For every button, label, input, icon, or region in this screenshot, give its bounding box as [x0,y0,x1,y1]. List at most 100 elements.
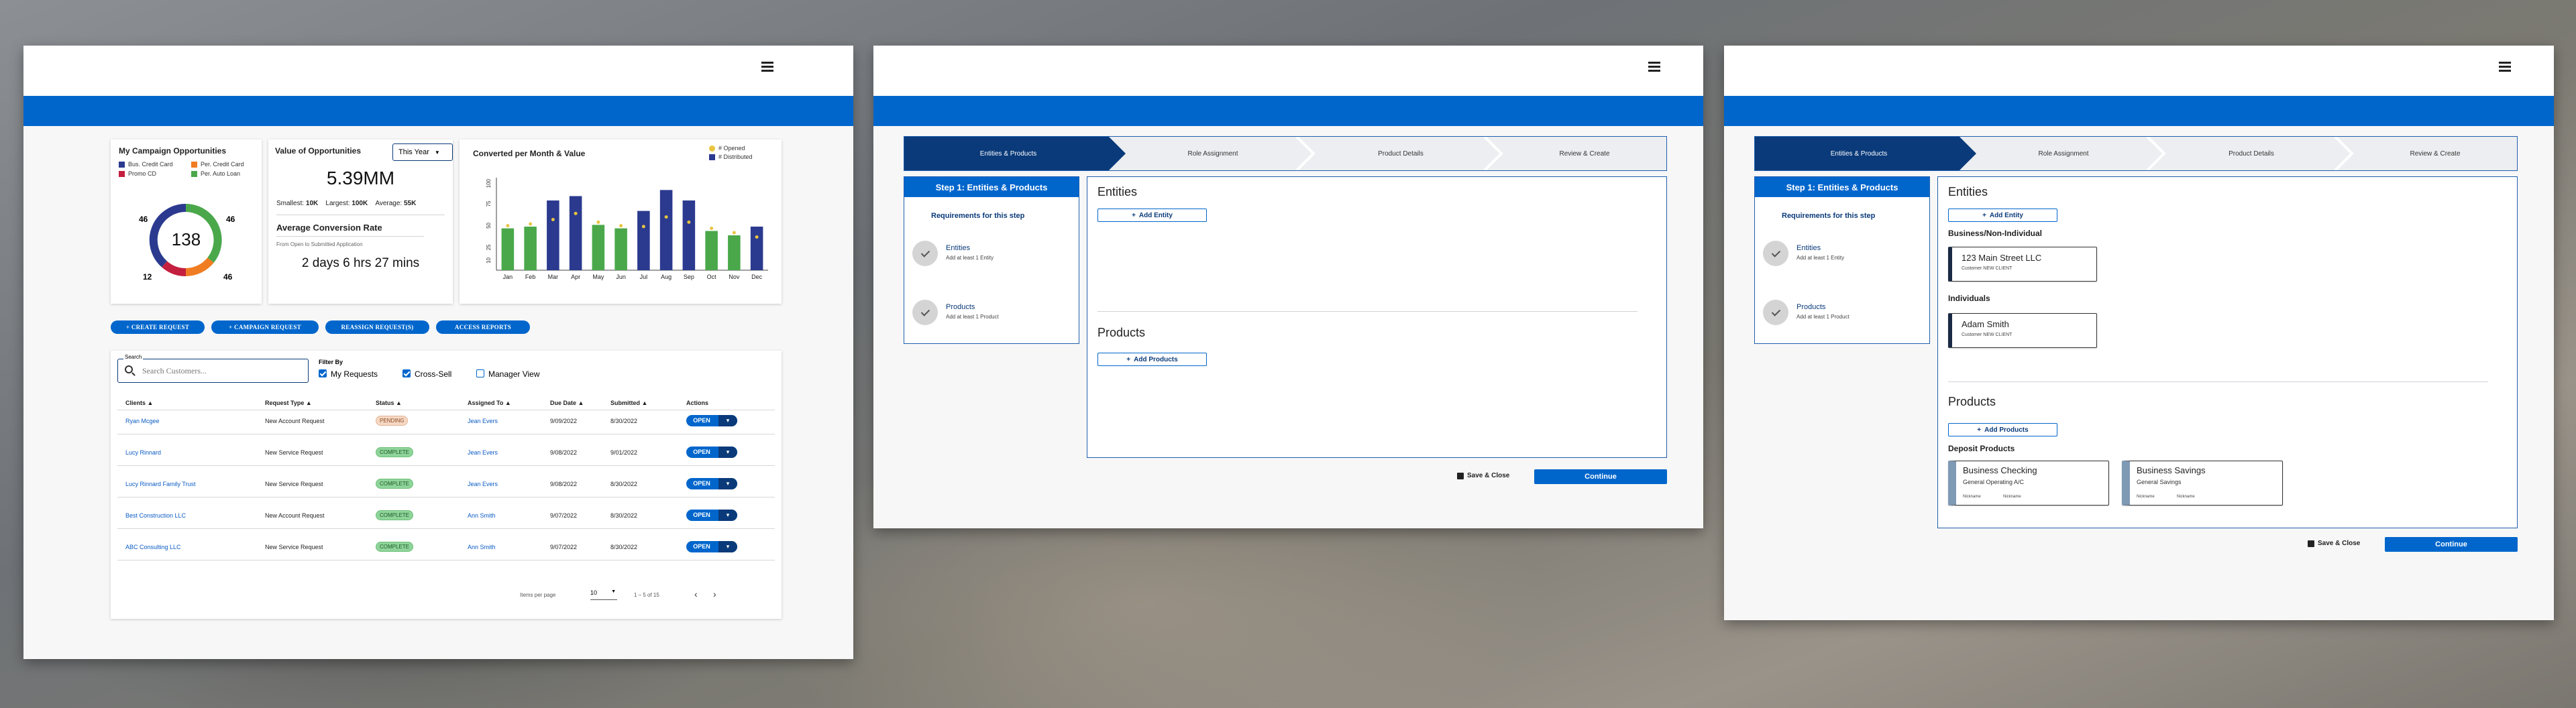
save-close-button[interactable]: Save & Close [2308,540,2360,547]
x-tick-label: Dec [751,274,763,280]
opened-point-may [596,220,600,224]
chevron-down-icon[interactable]: ▾ [718,415,737,426]
individual-entity-card[interactable]: Adam Smith Customer NEW CLIENT [1948,313,2097,348]
col-assigned[interactable]: Assigned To ▲ [468,400,511,406]
col-clients[interactable]: Clients ▲ [125,400,153,406]
search-placeholder: Search Customers... [142,366,207,375]
product-name: Business Checking [1963,465,2037,475]
x-tick-label: Apr [571,274,580,280]
manager-view-checkbox[interactable] [476,369,484,377]
continue-button[interactable]: Continue [1534,469,1667,484]
step-review-create[interactable]: Review & Create [2352,137,2518,170]
filter-label: Filter By [319,359,343,365]
page-range: 1 – 5 of 15 [634,592,659,598]
wizard-filled-screen: Entities & Products Role Assignment Prod… [1724,46,2554,620]
open-button[interactable]: OPEN ▾ [686,415,737,426]
conversion-sub: From Open to Submitted Application [276,241,363,247]
req-products-sub: Add at least 1 Product [1796,314,1849,320]
chevron-down-icon[interactable]: ▾ [718,447,737,458]
chevron-down-icon[interactable]: ▾ [718,478,737,489]
plus-icon: + [1982,211,1986,219]
client-link[interactable]: Ryan Mcgee [125,418,160,424]
assigned-link[interactable]: Jean Evers [468,481,498,487]
open-button[interactable]: OPEN ▾ [686,447,737,458]
open-button[interactable]: OPEN ▾ [686,510,737,521]
wizard-empty-screen: Entities & Products Role Assignment Prod… [873,46,1703,528]
product-card-savings[interactable]: Business Savings General Savings Nicknam… [2122,461,2283,506]
bar-oct [705,231,718,270]
label-top-right: 46 [226,215,235,224]
chevron-down-icon[interactable]: ▾ [718,510,737,521]
x-tick-label: Nov [729,274,740,280]
y-tick-label: 75 [486,200,492,206]
open-button[interactable]: OPEN ▾ [686,541,737,552]
save-close-button[interactable]: Save & Close [1457,472,1509,479]
due-date: 9/08/2022 [550,449,578,456]
chevron-down-icon: ▼ [434,149,440,156]
opened-point-jul [641,225,645,229]
step-review-create[interactable]: Review & Create [1501,137,1668,170]
step-product-details[interactable]: Product Details [1313,137,1488,170]
x-tick-label: Feb [525,274,536,280]
search-field[interactable]: Search Search Customers... [117,354,309,383]
entity-name: 123 Main Street LLC [1962,253,2042,263]
chart-card: Converted per Month & Value # Opened # D… [460,139,782,304]
opened-point-aug [664,215,668,219]
client-link[interactable]: Lucy Rinnard Family Trust [125,481,196,487]
step-role-assignment[interactable]: Role Assignment [1126,137,1300,170]
req-entities: Entities [1796,244,1821,252]
submitted-date: 8/30/2022 [610,512,638,519]
add-products-button[interactable]: + Add Products [1948,423,2057,436]
open-label: OPEN [693,417,710,424]
add-products-button[interactable]: + Add Products [1097,353,1207,366]
legend-per-credit: Per. Credit Card [191,161,244,168]
reassign-button[interactable]: REASSIGN REQUEST(S) [325,320,429,334]
assigned-link[interactable]: Ann Smith [468,512,496,519]
client-link[interactable]: Best Construction LLC [125,512,186,519]
col-submitted[interactable]: Submitted ▲ [610,400,647,406]
cross-sell-checkbox[interactable] [402,369,411,377]
business-entity-card[interactable]: 123 Main Street LLC Customer NEW CLIENT [1948,247,2097,282]
add-entity-button[interactable]: + Add Entity [1948,209,2057,222]
open-button[interactable]: OPEN ▾ [686,478,737,489]
col-due-date[interactable]: Due Date ▲ [550,400,584,406]
section-divider [1948,381,2488,382]
my-requests-checkbox[interactable] [319,369,327,377]
chevron-down-icon[interactable]: ▾ [718,541,737,552]
access-reports-button[interactable]: ACCESS REPORTS [436,320,530,334]
legend-opened: # Opened [709,145,745,152]
step-role-assignment[interactable]: Role Assignment [1976,137,2151,170]
opened-point-jun [619,224,623,228]
requirements-card: Step 1: Entities & Products Requirements… [1754,176,1930,344]
y-tick-label: 100 [486,178,492,188]
bar-may [592,225,605,270]
next-page-icon[interactable]: › [713,589,716,599]
step-entities-products[interactable]: Entities & Products [1755,137,1963,170]
value-card: Value of Opportunities This Year ▼ 5.39M… [268,139,453,304]
step-product-details[interactable]: Product Details [2164,137,2339,170]
continue-button[interactable]: Continue [2385,537,2518,552]
create-request-button[interactable]: + CREATE REQUEST [111,320,205,334]
product-card-checking[interactable]: Business Checking General Operating A/C … [1948,461,2109,506]
menu-icon[interactable] [761,62,773,72]
due-date: 9/07/2022 [550,544,578,550]
check-icon [1763,300,1788,325]
client-link[interactable]: Lucy Rinnard [125,449,161,456]
items-per-page-select[interactable]: 10 ▼ [590,589,617,600]
menu-icon[interactable] [1648,62,1660,72]
period-select[interactable]: This Year ▼ [392,143,453,161]
menu-icon[interactable] [2499,62,2511,72]
assigned-link[interactable]: Jean Evers [468,449,498,456]
col-status[interactable]: Status ▲ [376,400,402,406]
col-request-type[interactable]: Request Type ▲ [265,400,312,406]
donut-segment-red [162,261,186,277]
step-entities-products[interactable]: Entities & Products [904,137,1112,170]
assigned-link[interactable]: Jean Evers [468,418,498,424]
product-sub: General Savings [2137,479,2182,485]
campaign-request-button[interactable]: + CAMPAIGN REQUEST [211,320,319,334]
add-entity-button[interactable]: + Add Entity [1097,209,1207,222]
client-link[interactable]: ABC Consulting LLC [125,544,181,550]
assigned-link[interactable]: Ann Smith [468,544,496,550]
value-stats: Smallest: 10K Largest: 100K Average: 55K [276,200,417,207]
prev-page-icon[interactable]: ‹ [694,589,698,599]
